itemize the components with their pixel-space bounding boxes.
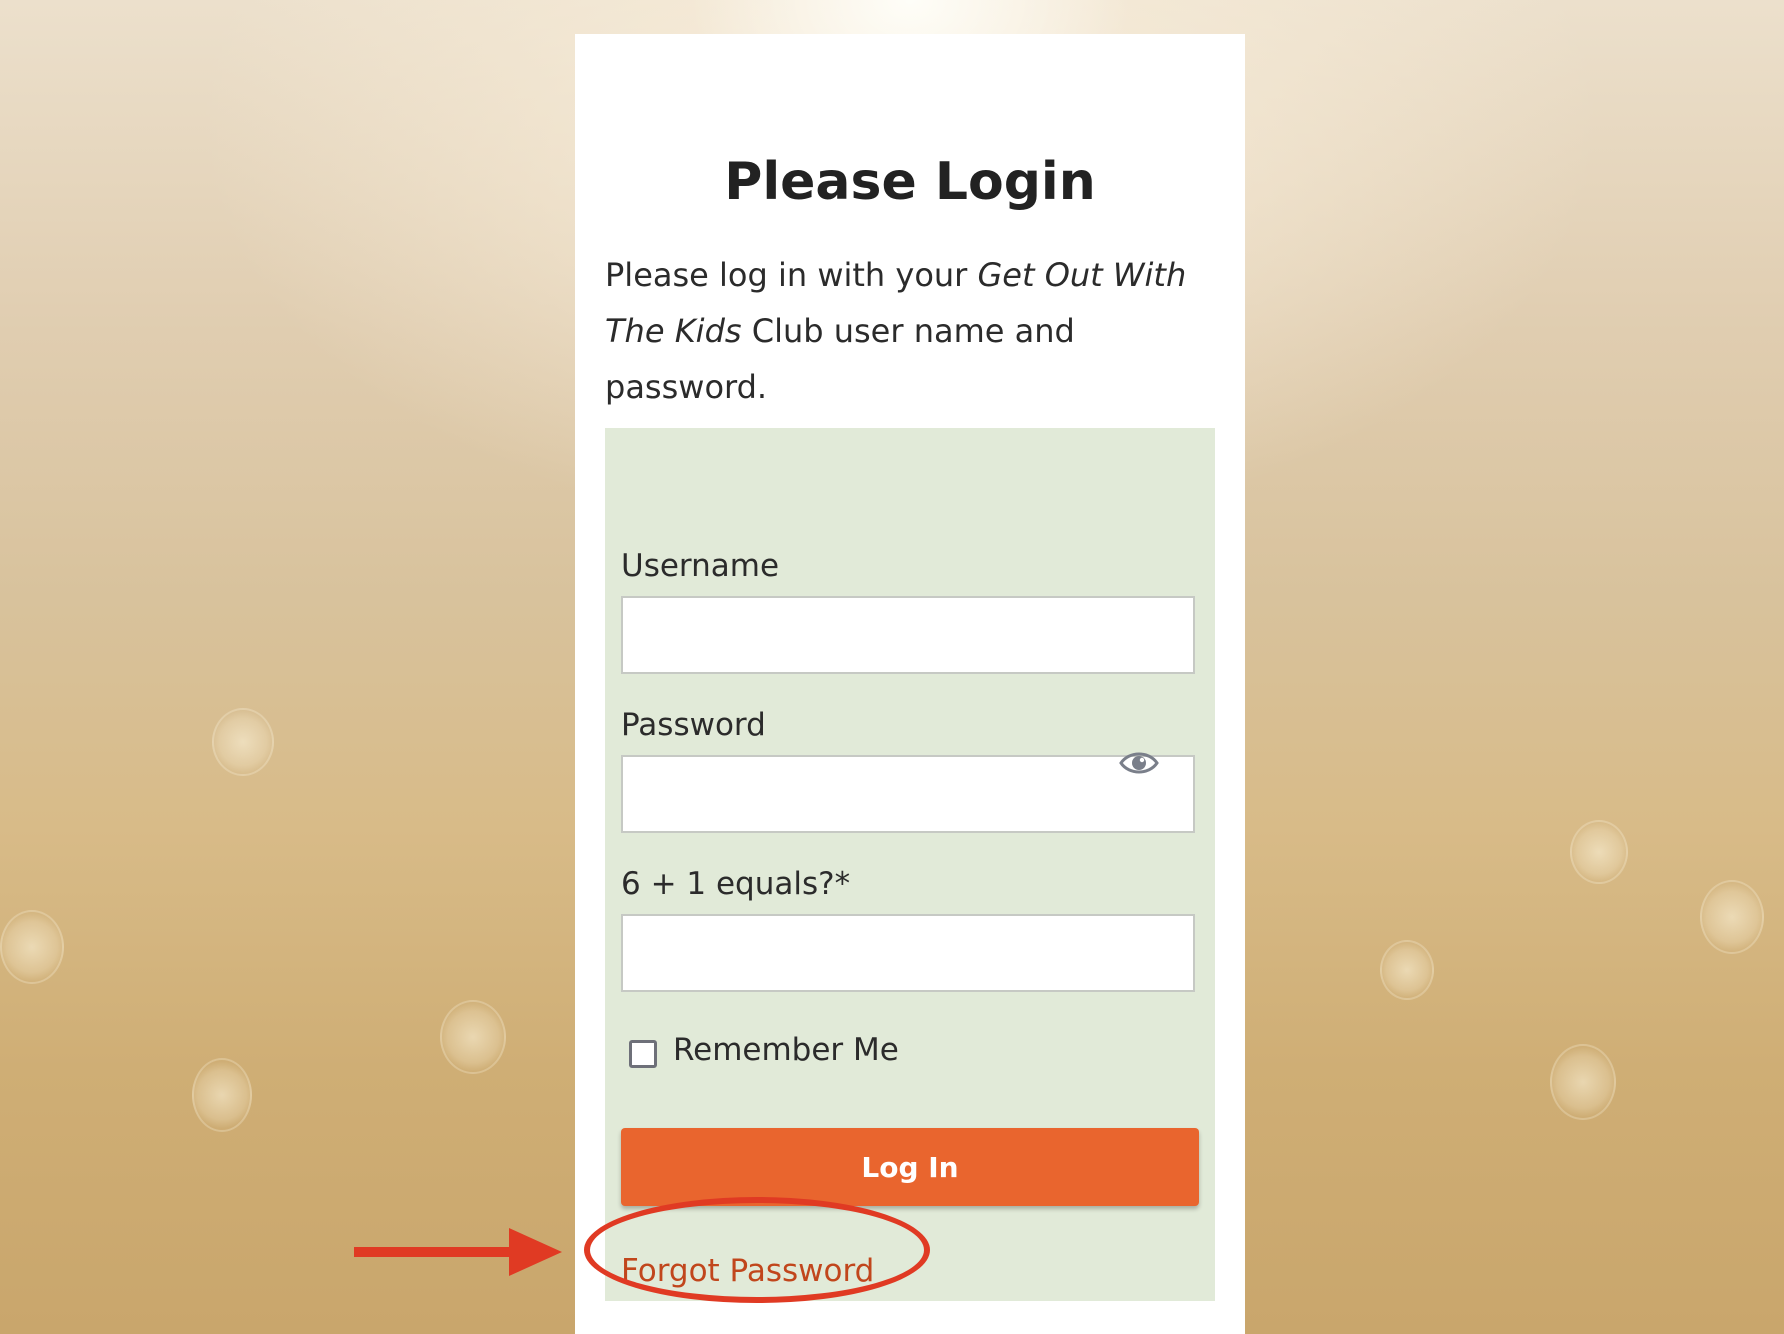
login-instructions: Please log in with your Get Out With The… (605, 247, 1225, 415)
password-label: Password (621, 707, 766, 743)
login-form: Username Password 6 + 1 equals?* Remembe… (605, 428, 1215, 1301)
intro-prefix: Please log in with your (605, 256, 978, 294)
captcha-field[interactable] (621, 914, 1195, 992)
background-bokeh (0, 910, 64, 984)
background-bokeh (192, 1058, 252, 1132)
captcha-label: 6 + 1 equals?* (621, 866, 851, 902)
page-title: Please Login (724, 152, 1096, 212)
annotation-highlight-ellipse (584, 1197, 930, 1303)
background-bokeh (1380, 940, 1434, 1000)
eye-icon[interactable] (1119, 748, 1159, 778)
background-bokeh (212, 708, 274, 776)
background-bokeh (1570, 820, 1628, 884)
background-bokeh (1550, 1044, 1616, 1120)
username-field[interactable] (621, 596, 1195, 674)
remember-me-checkbox[interactable] (629, 1040, 657, 1068)
remember-me-label[interactable]: Remember Me (673, 1032, 899, 1068)
background-bokeh (1700, 880, 1764, 954)
password-field[interactable] (621, 755, 1195, 833)
username-label: Username (621, 548, 780, 584)
login-button[interactable]: Log In (621, 1128, 1199, 1206)
annotation-arrow-icon (354, 1228, 562, 1276)
background-bokeh (440, 1000, 506, 1074)
login-card: Please Login Please log in with your Get… (575, 34, 1245, 1334)
